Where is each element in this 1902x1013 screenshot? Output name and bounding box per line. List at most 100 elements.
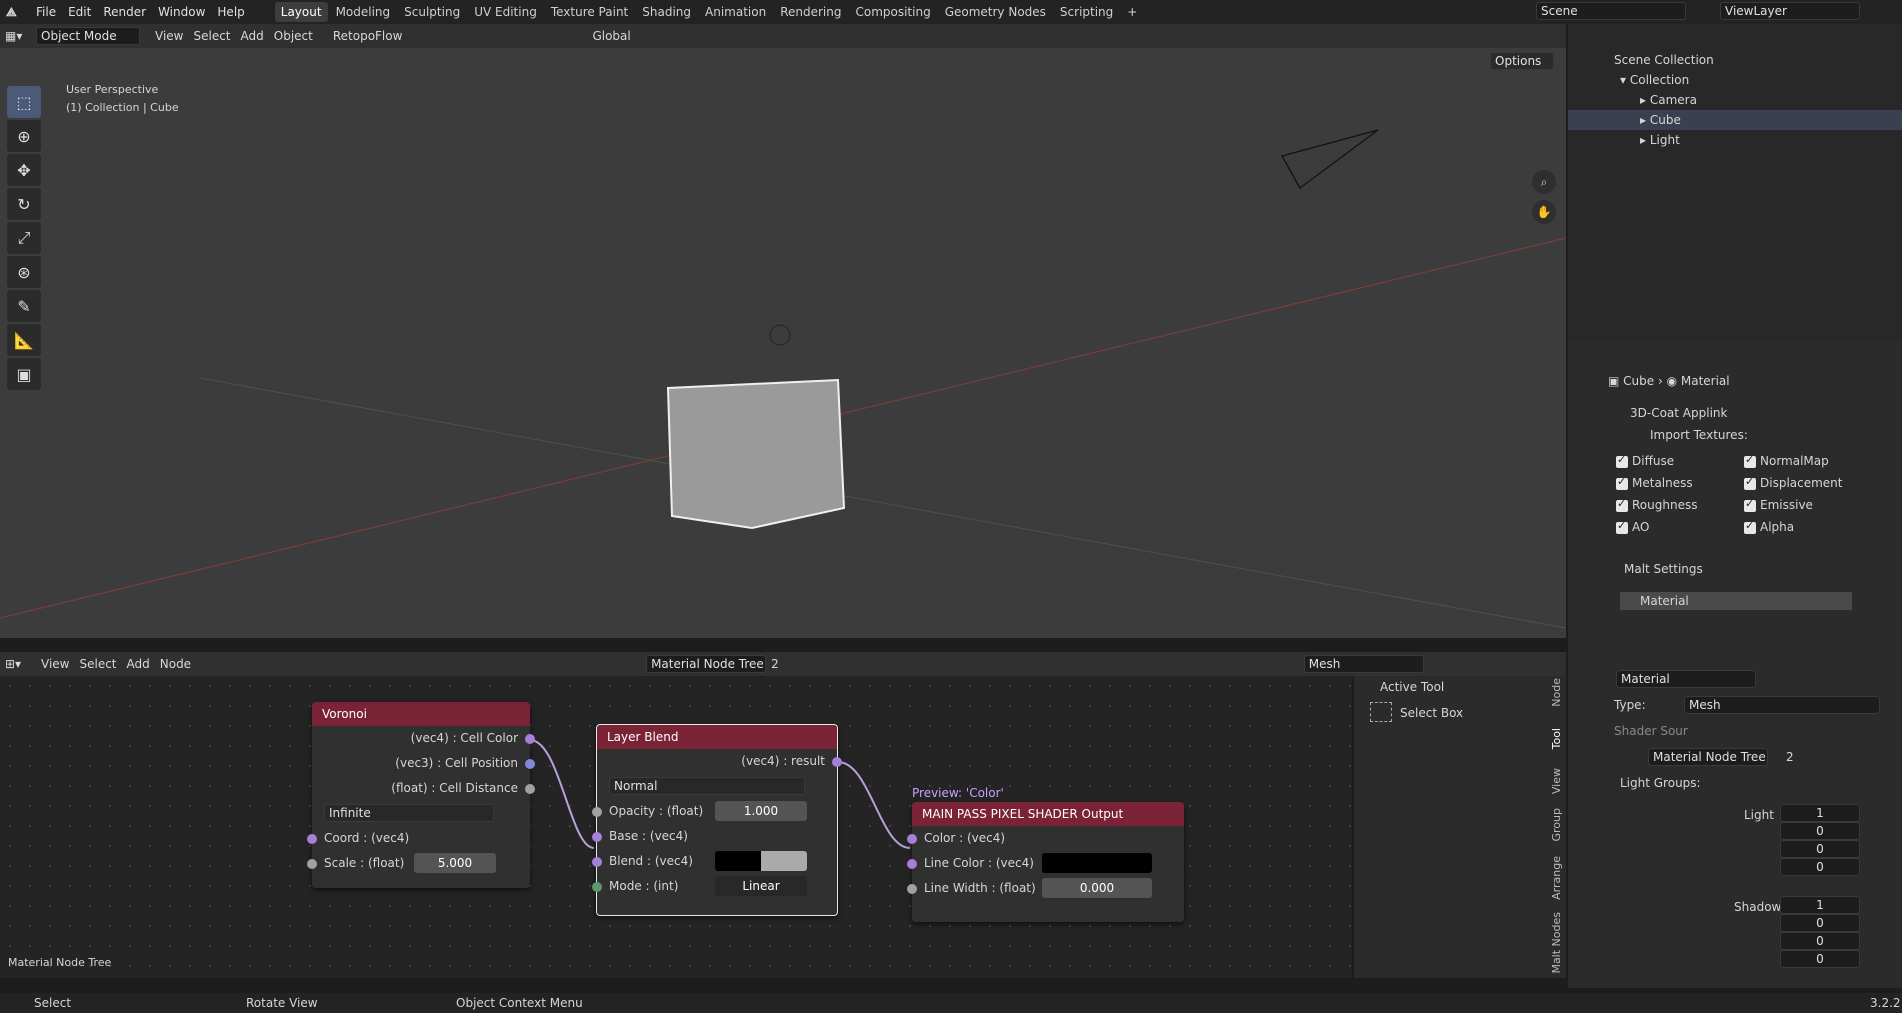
light-value-0[interactable]: 1 xyxy=(1780,804,1860,822)
shadow-value-1[interactable]: 0 xyxy=(1780,914,1860,932)
mesh-selector[interactable]: Mesh xyxy=(1303,655,1424,673)
light-value-3[interactable]: 0 xyxy=(1780,858,1860,876)
voronoi-node[interactable]: Voronoi (vec4) : Cell Color (vec3) : Cel… xyxy=(307,702,535,888)
node-tree-field[interactable]: Material Node Tree xyxy=(1648,748,1768,766)
measure-tool-icon[interactable]: 📐 xyxy=(7,324,41,356)
tab-geometry-nodes[interactable]: Geometry Nodes xyxy=(939,2,1052,22)
socket-cell-position[interactable] xyxy=(525,759,535,769)
menu-file[interactable]: File xyxy=(30,0,62,24)
tab-group[interactable]: Group xyxy=(1550,808,1563,842)
tab-tool[interactable]: Tool xyxy=(1550,728,1563,749)
scale-value-field[interactable]: 5.000 xyxy=(414,853,496,873)
socket-base[interactable] xyxy=(592,832,602,842)
coat-applink-panel[interactable]: 3D-Coat Applink xyxy=(1630,406,1727,420)
blend-mode-dropdown[interactable]: Normal xyxy=(609,777,805,795)
select-box-tool-icon[interactable]: ⬚ xyxy=(7,86,41,118)
tab-texture-paint[interactable]: Texture Paint xyxy=(545,2,634,22)
view-menu[interactable]: View xyxy=(150,24,188,48)
add-menu[interactable]: Add xyxy=(236,24,269,48)
outliner-cube[interactable]: ▸ Cube xyxy=(1568,110,1902,130)
select-menu[interactable]: Select xyxy=(188,24,235,48)
shadow-value-0[interactable]: 1 xyxy=(1780,896,1860,914)
tab-compositing[interactable]: Compositing xyxy=(849,2,936,22)
outliner-collection[interactable]: ▾ Collection xyxy=(1568,70,1902,90)
editor-type-icon[interactable]: ▦▾ xyxy=(0,24,36,48)
annotate-tool-icon[interactable]: ✎ xyxy=(7,290,41,322)
socket-result[interactable] xyxy=(832,757,842,767)
tab-animation[interactable]: Animation xyxy=(699,2,772,22)
type-mesh-field[interactable]: Mesh xyxy=(1684,696,1880,714)
node-node-menu[interactable]: Node xyxy=(155,652,196,676)
scale-tool-icon[interactable]: ⤢ xyxy=(7,222,41,254)
check-normalmap[interactable]: NormalMap xyxy=(1744,453,1829,468)
transform-orientation-dropdown[interactable]: Global xyxy=(587,24,635,48)
blend-color-swatch[interactable] xyxy=(715,851,807,871)
socket-line-width[interactable] xyxy=(907,884,917,894)
3d-viewport[interactable]: User Perspective (1) Collection | Cube O… xyxy=(0,48,1566,638)
tab-arrange[interactable]: Arrange xyxy=(1550,856,1563,900)
material-name-field[interactable]: Material xyxy=(1616,670,1756,688)
node-editor-type-icon[interactable]: ⊞▾ xyxy=(0,652,36,676)
tab-modeling[interactable]: Modeling xyxy=(330,2,397,22)
tab-layout[interactable]: Layout xyxy=(274,2,328,22)
tab-uv-editing[interactable]: UV Editing xyxy=(468,2,543,22)
socket-mode[interactable] xyxy=(592,882,602,892)
node-canvas[interactable]: Voronoi (vec4) : Cell Color (vec3) : Cel… xyxy=(0,676,1352,978)
tab-node[interactable]: Node xyxy=(1550,678,1563,707)
socket-color[interactable] xyxy=(907,834,917,844)
tab-view[interactable]: View xyxy=(1550,768,1563,794)
light-value-1[interactable]: 0 xyxy=(1780,822,1860,840)
node-select-menu[interactable]: Select xyxy=(74,652,121,676)
menu-edit[interactable]: Edit xyxy=(62,0,97,24)
check-metalness[interactable]: Metalness xyxy=(1616,475,1693,490)
mode-dropdown[interactable]: Linear xyxy=(715,876,807,896)
socket-cell-color[interactable] xyxy=(525,734,535,744)
view-layer-selector[interactable]: ViewLayer xyxy=(1720,2,1860,20)
line-width-field[interactable]: 0.000 xyxy=(1042,878,1152,898)
cursor-tool-icon[interactable]: ⊕ xyxy=(7,120,41,152)
rotate-tool-icon[interactable]: ↻ xyxy=(7,188,41,220)
node-view-menu[interactable]: View xyxy=(36,652,74,676)
object-menu[interactable]: Object xyxy=(269,24,318,48)
pixel-shader-output-node[interactable]: MAIN PASS PIXEL SHADER Output Color : (v… xyxy=(907,802,1184,922)
layer-blend-node[interactable]: Layer Blend (vec4) : result Normal Opaci… xyxy=(592,724,842,916)
voronoi-mode-dropdown[interactable]: Infinite xyxy=(324,804,494,822)
check-ao[interactable]: AO xyxy=(1616,519,1649,534)
check-displacement[interactable]: Displacement xyxy=(1744,475,1843,490)
light-value-2[interactable]: 0 xyxy=(1780,840,1860,858)
check-emissive[interactable]: Emissive xyxy=(1744,497,1813,512)
transform-tool-icon[interactable]: ⊛ xyxy=(7,256,41,288)
tab-shading[interactable]: Shading xyxy=(636,2,697,22)
navigation-gizmo[interactable] xyxy=(1490,82,1550,142)
socket-opacity[interactable] xyxy=(592,807,602,817)
tab-malt-nodes[interactable]: Malt Nodes xyxy=(1550,912,1563,974)
options-button[interactable]: Options xyxy=(1490,52,1554,70)
add-cube-tool-icon[interactable]: ▣ xyxy=(7,358,41,390)
scene-selector[interactable]: Scene xyxy=(1536,2,1686,20)
shadow-value-2[interactable]: 0 xyxy=(1780,932,1860,950)
tab-scripting[interactable]: Scripting xyxy=(1054,2,1119,22)
check-diffuse[interactable]: Diffuse xyxy=(1616,453,1674,468)
menu-window[interactable]: Window xyxy=(152,0,211,24)
socket-blend[interactable] xyxy=(592,857,602,867)
add-workspace-icon[interactable]: + xyxy=(1121,2,1143,22)
line-color-swatch[interactable] xyxy=(1042,853,1152,873)
check-roughness[interactable]: Roughness xyxy=(1616,497,1697,512)
material-slot-list[interactable]: Material xyxy=(1620,592,1852,610)
opacity-value-field[interactable]: 1.000 xyxy=(715,801,807,821)
object-mode-dropdown[interactable]: Object Mode xyxy=(36,27,140,45)
outliner-scene-collection[interactable]: Scene Collection xyxy=(1568,50,1902,70)
outliner-camera[interactable]: ▸ Camera xyxy=(1568,90,1902,110)
node-tree-selector[interactable]: Material Node Tree xyxy=(646,655,767,673)
tab-sculpting[interactable]: Sculpting xyxy=(398,2,466,22)
zoom-icon[interactable]: ⌕ xyxy=(1532,170,1556,194)
outliner-light[interactable]: ▸ Light xyxy=(1568,130,1902,150)
move-tool-icon[interactable]: ✥ xyxy=(7,154,41,186)
socket-line-color[interactable] xyxy=(907,859,917,869)
shadow-value-3[interactable]: 0 xyxy=(1780,950,1860,968)
select-box-tool-icon-sidebar[interactable] xyxy=(1370,702,1392,722)
node-add-menu[interactable]: Add xyxy=(122,652,155,676)
malt-settings-panel[interactable]: Malt Settings xyxy=(1624,562,1703,576)
socket-cell-distance[interactable] xyxy=(525,784,535,794)
menu-render[interactable]: Render xyxy=(97,0,152,24)
